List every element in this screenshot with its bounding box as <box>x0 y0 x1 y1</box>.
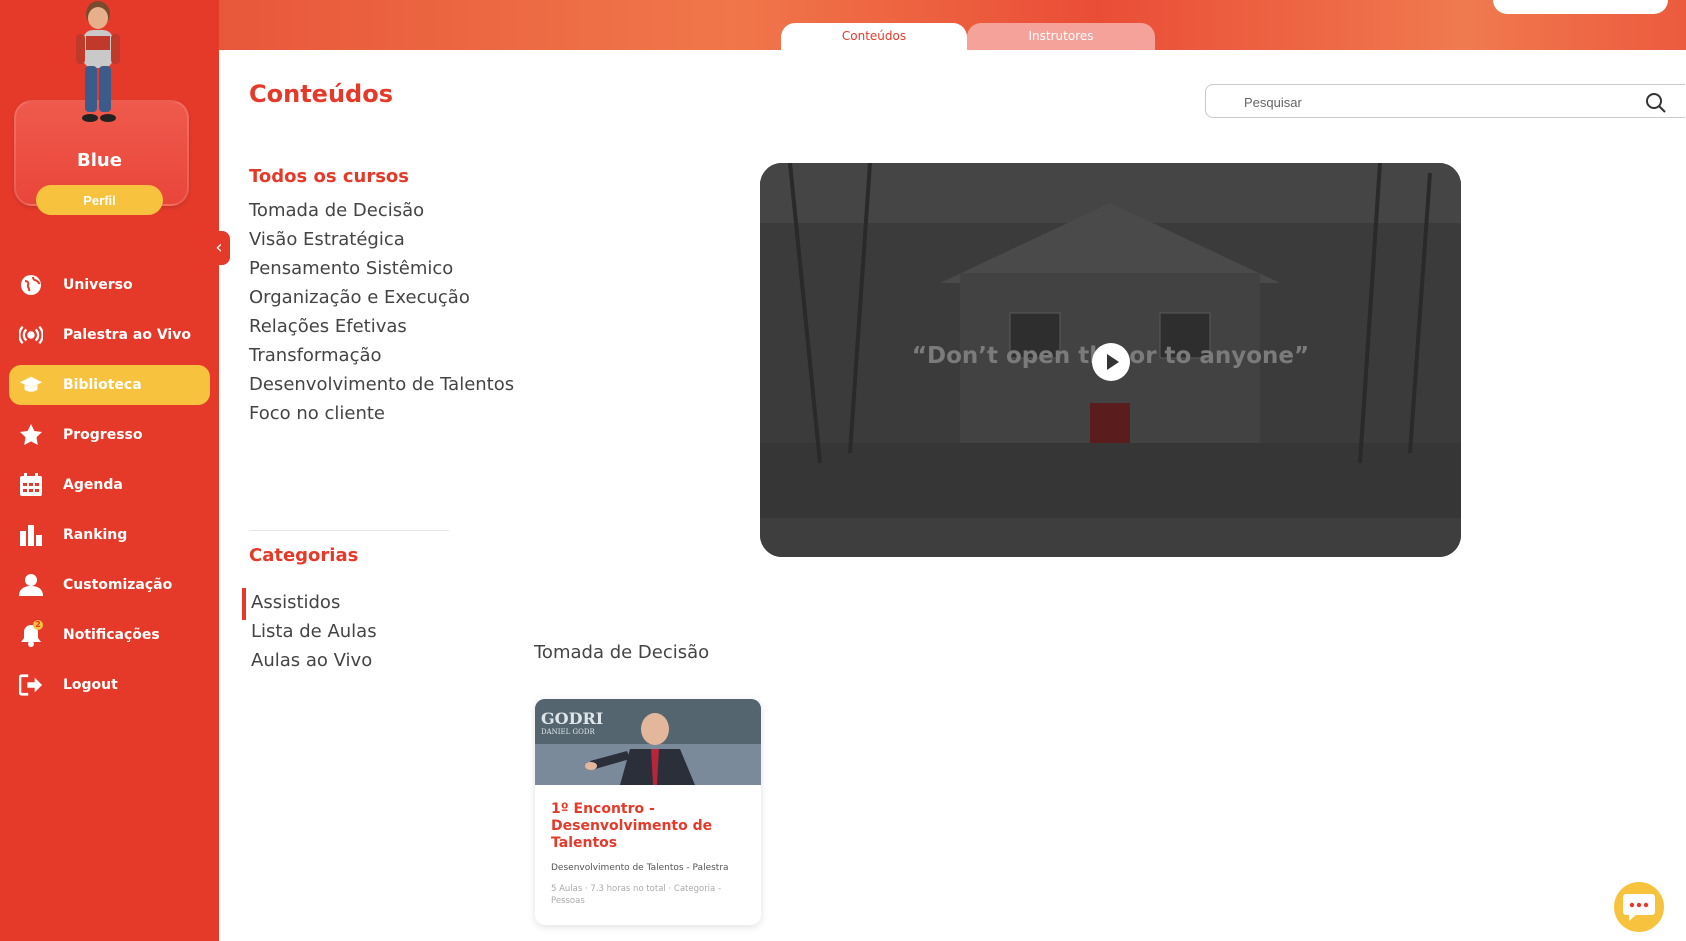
notification-badge: 2 <box>33 620 43 630</box>
svg-text:GODRI: GODRI <box>541 709 603 728</box>
course-item[interactable]: Relações Efetivas <box>249 312 514 341</box>
page-title: Conteúdos <box>249 80 393 108</box>
globe-icon <box>19 273 43 297</box>
avatar[interactable] <box>68 0 128 130</box>
tab-instrutores[interactable]: Instrutores <box>967 23 1155 50</box>
play-icon <box>1107 354 1119 370</box>
username: Blue <box>77 150 122 171</box>
sidebar-item-logout[interactable]: Logout <box>0 660 219 710</box>
sidebar: Blue Perfil Universo Palestra ao Vivo Bi… <box>0 0 219 941</box>
profile-button[interactable]: Perfil <box>36 185 163 215</box>
user-icon <box>19 573 43 597</box>
sidebar-item-label: Biblioteca <box>63 377 142 393</box>
divider <box>249 530 449 531</box>
category-item-assistidos[interactable]: Assistidos <box>251 588 377 617</box>
category-item-lista-de-aulas[interactable]: Lista de Aulas <box>251 617 377 646</box>
search-icon[interactable] <box>1645 92 1667 114</box>
graduation-cap-icon <box>19 373 43 397</box>
sidebar-item-label: Universo <box>63 277 133 293</box>
course-card[interactable]: GODRI DANIEL GODR 1º Encontro - Desenvol… <box>535 699 761 925</box>
sidebar-item-ranking[interactable]: Ranking <box>0 510 219 560</box>
course-item[interactable]: Pensamento Sistêmico <box>249 254 514 283</box>
categories-title: Categorias <box>249 545 359 566</box>
search-bar <box>1205 84 1685 118</box>
sidebar-item-biblioteca[interactable]: Biblioteca <box>9 365 210 405</box>
sidebar-item-label: Palestra ao Vivo <box>63 327 191 343</box>
chat-icon <box>1623 894 1655 921</box>
sidebar-item-progresso[interactable]: Progresso <box>0 410 219 460</box>
course-item[interactable]: Desenvolvimento de Talentos <box>249 370 514 399</box>
category-list: Assistidos Lista de Aulas Aulas ao Vivo <box>251 588 377 675</box>
card-meta: 5 Aulas · 7.3 horas no total · Categoria… <box>551 884 722 906</box>
active-category-indicator <box>242 588 246 620</box>
search-input[interactable] <box>1242 91 1626 113</box>
sidebar-item-customizacao[interactable]: Customização <box>0 560 219 610</box>
sidebar-item-label: Ranking <box>63 527 128 543</box>
sidebar-nav: Universo Palestra ao Vivo Biblioteca Pro… <box>0 260 219 710</box>
course-item[interactable]: Organização e Execução <box>249 283 514 312</box>
card-thumbnail: GODRI DANIEL GODR <box>535 699 761 785</box>
tab-conteudos[interactable]: Conteúdos <box>781 23 967 50</box>
courses-title: Todos os cursos <box>249 166 409 187</box>
card-title: 1º Encontro - Desenvolvimento de Talento… <box>551 801 713 851</box>
play-button[interactable] <box>1092 343 1130 381</box>
category-item-aulas-ao-vivo[interactable]: Aulas ao Vivo <box>251 646 377 675</box>
sidebar-item-label: Logout <box>63 677 118 693</box>
sidebar-item-label: Progresso <box>63 427 143 443</box>
course-list: Tomada de Decisão Visão Estratégica Pens… <box>249 196 514 428</box>
course-item[interactable]: Tomada de Decisão <box>249 196 514 225</box>
banner-corner <box>1493 0 1668 14</box>
logout-icon <box>19 673 43 697</box>
sidebar-item-label: Notificações <box>63 627 160 643</box>
sidebar-item-palestra-ao-vivo[interactable]: Palestra ao Vivo <box>0 310 219 360</box>
sidebar-item-agenda[interactable]: Agenda <box>0 460 219 510</box>
course-item[interactable]: Foco no cliente <box>249 399 514 428</box>
course-item[interactable]: Visão Estratégica <box>249 225 514 254</box>
sidebar-item-label: Agenda <box>63 477 123 493</box>
collapse-sidebar-button[interactable]: ‹ <box>208 231 230 265</box>
star-icon <box>19 423 43 447</box>
sidebar-item-universo[interactable]: Universo <box>0 260 219 310</box>
card-description: Desenvolvimento de Talentos - Palestra <box>551 863 729 873</box>
chat-button[interactable] <box>1614 882 1664 932</box>
bar-chart-icon <box>19 523 43 547</box>
calendar-icon <box>19 473 43 497</box>
sidebar-item-notificacoes[interactable]: 2 Notificações <box>0 610 219 660</box>
course-item[interactable]: Transformação <box>249 341 514 370</box>
chevron-left-icon: ‹ <box>215 237 223 258</box>
featured-video[interactable]: “Don’t open th oor to anyone” <box>760 163 1461 557</box>
row-title: Tomada de Decisão <box>534 642 710 663</box>
broadcast-icon <box>19 323 43 347</box>
svg-text:DANIEL GODR: DANIEL GODR <box>541 728 595 736</box>
sidebar-item-label: Customização <box>63 577 173 593</box>
